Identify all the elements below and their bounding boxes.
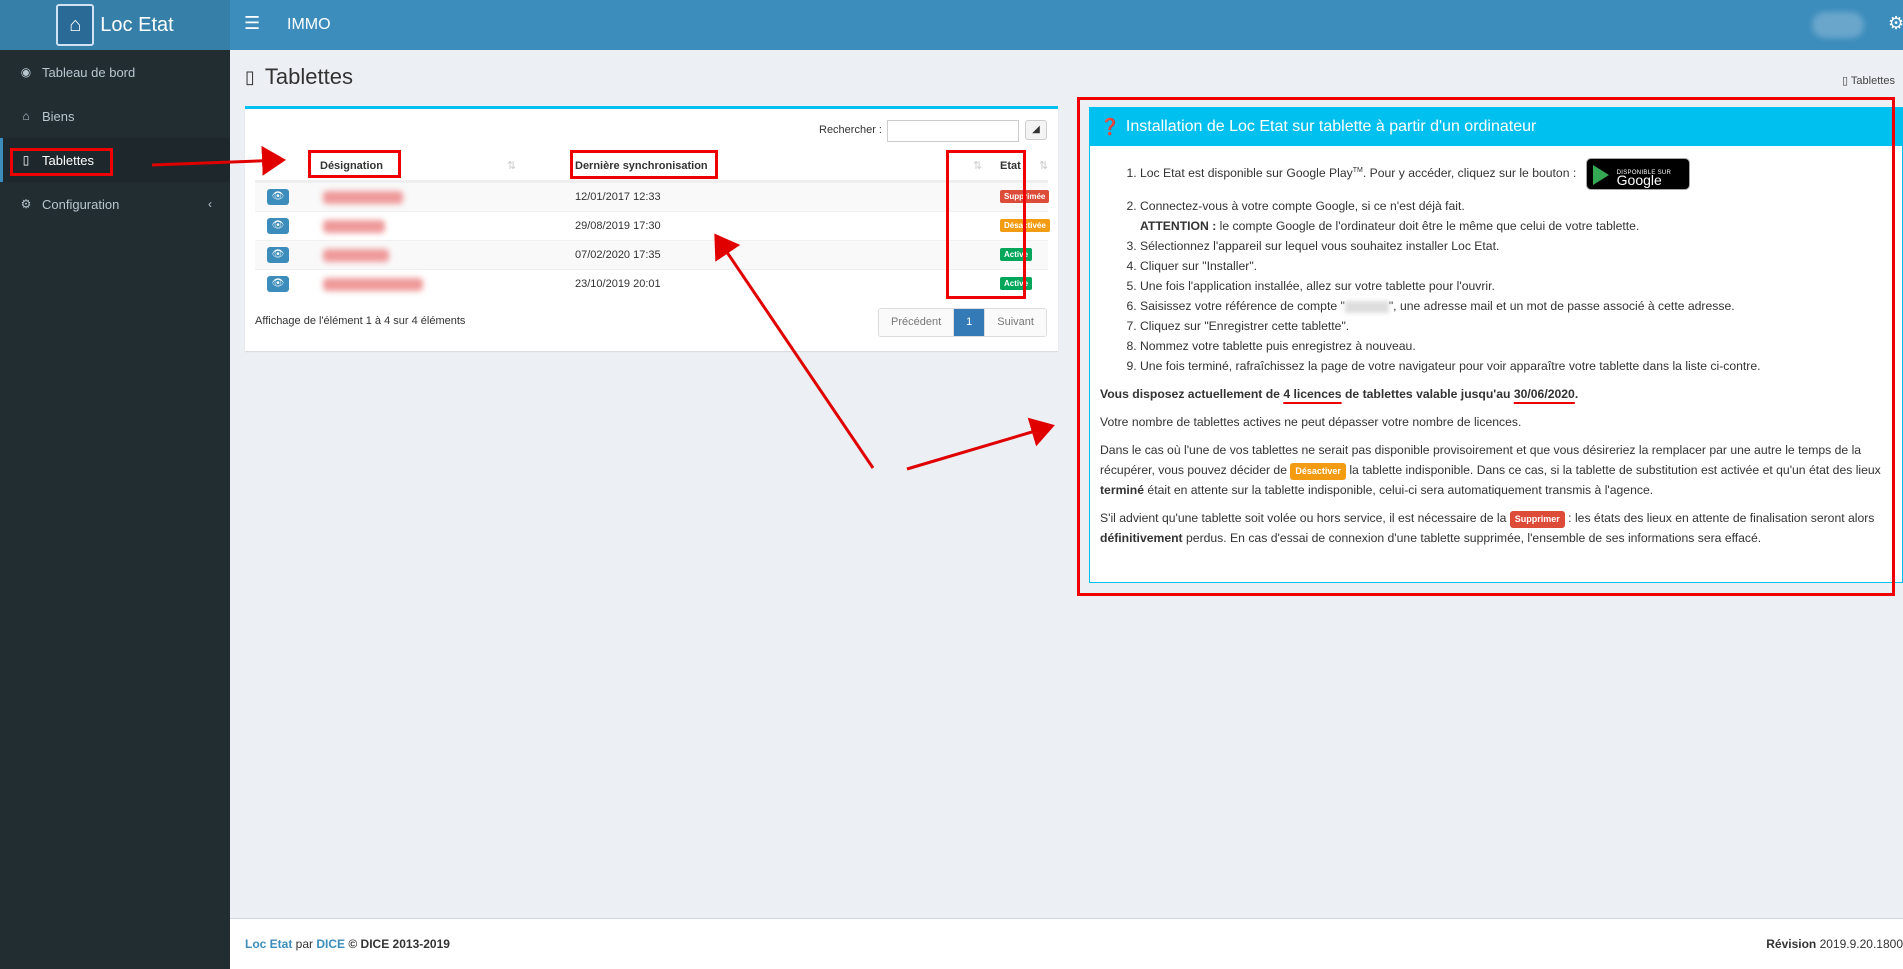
arrow-to-table (714, 233, 875, 469)
arrow-to-designation (151, 145, 286, 176)
arrow-to-install-box (906, 417, 1055, 471)
annotation-arrows (151, 145, 1055, 471)
